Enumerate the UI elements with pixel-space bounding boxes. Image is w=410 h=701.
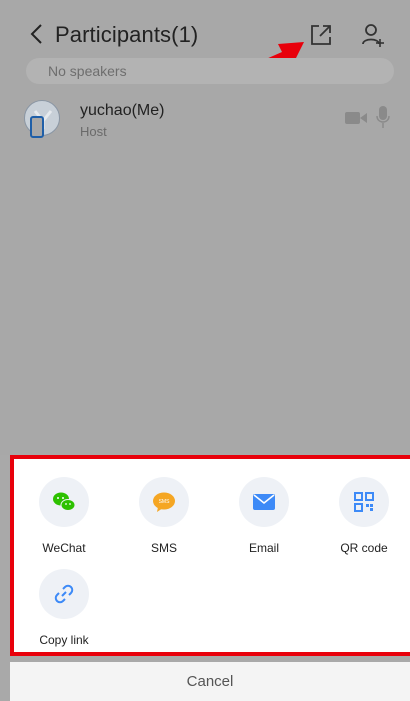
share-button[interactable]: [308, 22, 334, 48]
share-wechat-label: WeChat: [42, 541, 86, 555]
wechat-icon: [53, 492, 76, 511]
share-sms-label: SMS: [150, 541, 177, 555]
share-qr-code-label: QR code: [340, 541, 388, 555]
cancel-button[interactable]: Cancel: [10, 662, 410, 701]
share-sms-button[interactable]: SMS SMS: [124, 477, 204, 555]
mobile-device-icon: [30, 116, 44, 138]
share-wechat-circle: [39, 477, 89, 527]
share-email-button[interactable]: Email: [224, 477, 304, 555]
share-wechat-button[interactable]: WeChat: [24, 477, 104, 555]
share-qr-code-button[interactable]: QR code: [324, 477, 404, 555]
share-copy-link-circle: [39, 569, 89, 619]
participant-row[interactable]: yuchao(Me) Host: [0, 96, 410, 152]
speaker-bar: No speakers: [26, 58, 394, 84]
share-copy-link-label: Copy link: [39, 633, 89, 647]
sms-icon-glyph: SMS: [159, 499, 171, 505]
qr-code-icon: [354, 492, 374, 512]
top-bar: Participants(1): [0, 12, 410, 56]
page-title: Participants(1): [55, 22, 199, 47]
share-copy-link-button[interactable]: Copy link: [24, 569, 104, 647]
chevron-left-icon: [30, 24, 42, 44]
share-export-icon: [311, 25, 331, 45]
back-button[interactable]: [28, 22, 48, 46]
add-user-icon: [362, 24, 384, 47]
microphone-icon[interactable]: [376, 106, 390, 128]
camera-icon[interactable]: [345, 110, 367, 126]
share-sheet: WeChat SMS SMS Email QR code Copy link: [10, 455, 410, 656]
share-qr-circle: [339, 477, 389, 527]
link-icon: [54, 584, 74, 604]
add-participant-button[interactable]: [360, 22, 386, 48]
share-email-circle: [239, 477, 289, 527]
speaker-bar-text: No speakers: [48, 63, 127, 79]
email-icon: [253, 494, 275, 510]
share-email-label: Email: [248, 541, 279, 555]
participant-role: Host: [80, 124, 107, 139]
sms-icon: SMS: [153, 492, 175, 512]
participant-name: yuchao(Me): [80, 102, 165, 119]
participants-screen: Participants(1) No speakers yuchao(Me) H…: [0, 0, 410, 455]
share-sms-circle: SMS: [139, 477, 189, 527]
